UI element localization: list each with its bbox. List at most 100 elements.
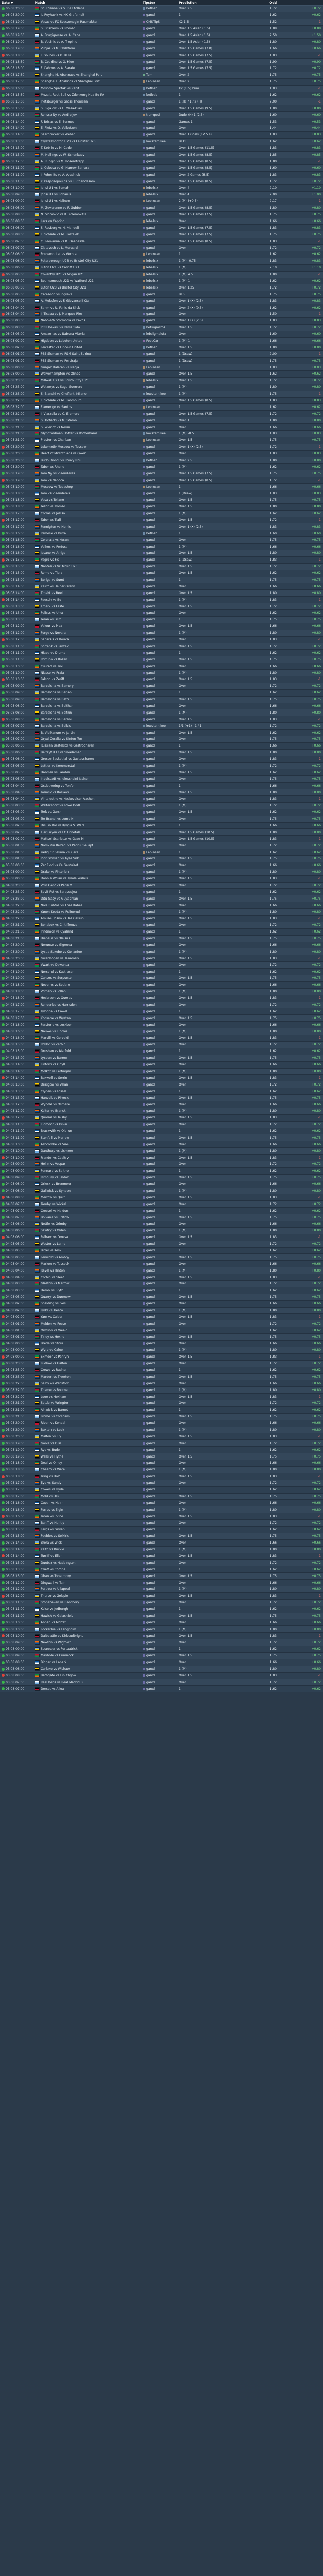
- row-tipster[interactable]: ganol: [146, 160, 155, 163]
- table-row[interactable]: 05.08 21:00 S. Tortacki vs M. Staron ganol…: [0, 417, 323, 425]
- table-row[interactable]: 06.08 05:00 Bournemouth U21 vs Watford U2…: [0, 278, 323, 285]
- table-row[interactable]: 05.08 07:00 Barcelona vs Belkis lowsternik…: [0, 723, 323, 730]
- row-match[interactable]: Clyden vs Fossel: [41, 1090, 66, 1093]
- table-row[interactable]: 03.08 12:00 Thurso vs Golspie ganol Over 1.…: [0, 1592, 323, 1600]
- table-row[interactable]: 04.08 04:00 Corbin vs Sleet ganol Over 1.5 1…: [0, 1274, 323, 1281]
- row-match[interactable]: Rome vs Tiorz: [41, 571, 62, 575]
- row-match[interactable]: Beltayf U Er vs Swadamen: [41, 751, 81, 754]
- row-match[interactable]: F. Cahous vs A. Sarate: [41, 66, 75, 70]
- row-tipster[interactable]: ganol: [146, 1116, 155, 1120]
- table-row[interactable]: 06.08 15:00 Pietsburger vs Gross Thomsen g…: [0, 98, 323, 106]
- row-tipster[interactable]: ganol: [146, 558, 155, 562]
- table-row[interactable]: 05.08 06:00 Beltayf U Er vs Swadamen ganol…: [0, 749, 323, 756]
- table-row[interactable]: 05.08 04:00 Vintalecthe vs Keckovelser Aa…: [0, 795, 323, 803]
- table-row[interactable]: 06.08 09:00 Jonsi U1 vs Kelinen Lebinsan 2 …: [0, 198, 323, 205]
- row-match[interactable]: Barcelona vs Bamory: [41, 684, 74, 688]
- table-row[interactable]: 05.08 05:00 Hanmer vs Lamber ganol Over 1.5…: [0, 769, 323, 776]
- table-row[interactable]: 05.08 12:00 Sanarsis vs Rouva ganol Over 1.8…: [0, 636, 323, 643]
- row-tipster[interactable]: ganol: [146, 100, 155, 104]
- row-match[interactable]: Cressol vs Haldun: [41, 1209, 69, 1213]
- row-tipster[interactable]: ganol: [146, 963, 155, 967]
- table-row[interactable]: 05.08 12:00 Valour vs Moa ganol Over 1.5 1.6…: [0, 623, 323, 630]
- row-match[interactable]: Bakwell vs Sorrin: [41, 1076, 67, 1080]
- row-match[interactable]: Tor Brandi vs Lome N: [41, 817, 74, 821]
- table-row[interactable]: 05.08 23:00 S. Bianchi vs Cheflanti Milan…: [0, 391, 323, 398]
- row-match[interactable]: Gurgan Kalaran vs Nadja: [41, 366, 79, 369]
- table-row[interactable]: 05.08 16:00 Colonaia vs Koran ganol Over 1.7…: [0, 537, 323, 544]
- table-row[interactable]: 03.08 22:00 Selby vs Wansford ganol Over 1.6…: [0, 1380, 323, 1387]
- table-row[interactable]: 03.08 18:00 Tring vs Holt ganol Over 1.5 1.8…: [0, 1473, 323, 1480]
- row-match[interactable]: Tring vs Holt: [41, 1475, 60, 1478]
- row-tipster[interactable]: ganol: [146, 306, 155, 310]
- row-tipster[interactable]: betbab: [146, 93, 157, 97]
- row-match[interactable]: Annan vs Moffat: [41, 1621, 66, 1624]
- row-match[interactable]: Hesbreen vs Quoras: [41, 996, 72, 1000]
- row-match[interactable]: Pordemontar vs Vechta: [41, 252, 77, 256]
- table-row[interactable]: 04.08 20:00 Lystla Sukobo vs Gollanfoo gan…: [0, 948, 323, 956]
- row-tipster[interactable]: ganol: [146, 1136, 155, 1140]
- table-row[interactable]: 03.08 11:00 Hawick vs Galashiels ganol Over…: [0, 1613, 323, 1620]
- row-tipster[interactable]: ganol: [146, 1036, 155, 1040]
- row-tipster[interactable]: ganol: [146, 797, 155, 801]
- row-tipster[interactable]: ganol: [146, 1090, 155, 1093]
- row-tipster[interactable]: ganol: [146, 957, 155, 960]
- table-row[interactable]: 05.08 08:00 Barcelona vs Beltrin ganol 1 (M…: [0, 709, 323, 717]
- row-match[interactable]: Zet Flod vs Ka Gestuiset: [41, 863, 78, 867]
- table-row[interactable]: 06.08 03:00 Amazonas vs Itabuna Vitoria le…: [0, 331, 323, 338]
- row-match[interactable]: Glaston vs Marrow: [41, 1282, 70, 1285]
- row-tipster[interactable]: ganol: [146, 1548, 155, 1551]
- table-row[interactable]: 05.08 11:00 Hiaba vs Drumo ganol 1 1.62 +0.62: [0, 650, 323, 657]
- row-match[interactable]: A. Moksfen vs F. Giovancelli Gal: [41, 299, 90, 303]
- row-tipster[interactable]: ganol: [146, 1401, 155, 1405]
- table-row[interactable]: 06.08 07:00 Zlatovsch vs L. Muraard ganol O…: [0, 245, 323, 251]
- table-row[interactable]: 04.08 04:00 Marlow vs Tussock ganol Over 1.6…: [0, 1261, 323, 1268]
- row-tipster[interactable]: ganol: [146, 426, 155, 429]
- row-tipster[interactable]: ganol: [146, 1621, 155, 1624]
- table-row[interactable]: 06.08 18:30 B. Coudine vs O. Kloe ganol Ove…: [0, 59, 323, 66]
- table-row[interactable]: 05.08 00:00 Donnie Wolan vs Tyrole Walnis…: [0, 875, 323, 883]
- table-row[interactable]: 03.08 17:00 Mold vs Usk ganol Over 1.5 1.75 +…: [0, 1493, 323, 1500]
- row-tipster[interactable]: ganol: [146, 844, 155, 848]
- row-match[interactable]: Ormsby vs Weald: [41, 1329, 67, 1332]
- row-tipster[interactable]: ganol: [146, 299, 155, 303]
- table-row[interactable]: 03.08 17:00 Cowes vs Ryde ganol 1 1.62 +0.62: [0, 1486, 323, 1494]
- row-match[interactable]: Bathgate vs Linlithgow: [41, 1674, 76, 1677]
- row-match[interactable]: L. Schade vs M. Rostelek: [41, 233, 79, 236]
- row-match[interactable]: Millwall U21 vs Bristol City U21: [41, 379, 89, 382]
- table-row[interactable]: 04.08 07:00 Cressol vs Haldun ganol 1 1.62 +0…: [0, 1208, 323, 1215]
- row-match[interactable]: Eye vs Sandy: [41, 1481, 61, 1485]
- table-row[interactable]: 06.08 19:00 Vasas vs FC Szeczenegin Rauma…: [0, 19, 323, 26]
- row-match[interactable]: M. Hollings vs W. Schenkaev: [41, 153, 84, 157]
- table-row[interactable]: 05.08 09:00 Barcelona vs Bamory ganol Over 1…: [0, 683, 323, 690]
- row-match[interactable]: Orlesk vs Brenmoor: [41, 1182, 71, 1186]
- table-row[interactable]: 03.08 19:00 Wells vs Hythe ganol Over 1.5 1.…: [0, 1453, 323, 1461]
- table-row[interactable]: 04.08 03:00 Glaston vs Marrow ganol Over 1.7…: [0, 1281, 323, 1287]
- row-tipster[interactable]: ganol: [146, 937, 155, 940]
- row-tipster[interactable]: ganol: [146, 757, 155, 761]
- row-match[interactable]: Barcelona vs Belkis: [41, 724, 71, 728]
- table-row[interactable]: 06.08 11:00 J. Pohorlits vs A. Aradniuk ga…: [0, 172, 323, 179]
- row-match[interactable]: Wolverhampton vs Olinos: [41, 372, 80, 376]
- row-tipster[interactable]: ganol: [146, 1355, 155, 1359]
- table-row[interactable]: 04.08 05:00 Wester vs Lorne ganol Over 1.72 +…: [0, 1241, 323, 1248]
- row-match[interactable]: Jesano vs Arrigo: [41, 551, 65, 555]
- row-match[interactable]: Nauwe vs Eindlor: [41, 1030, 67, 1033]
- row-match[interactable]: Jonsi U1 vs Rohanis: [41, 193, 71, 196]
- row-tipster[interactable]: ganol: [146, 605, 155, 608]
- row-tipster[interactable]: ganol: [146, 923, 155, 927]
- row-tipster[interactable]: lebelsix: [146, 219, 158, 223]
- row-match[interactable]: Carluke vs Wishaw: [41, 1667, 70, 1671]
- row-tipster[interactable]: ganol: [146, 1574, 155, 1578]
- table-row[interactable]: 06.08 04:00 J. Ticaba vs J. Marquez Rios g…: [0, 311, 323, 318]
- row-tipster[interactable]: ganol: [146, 1528, 155, 1531]
- row-tipster[interactable]: ganol: [146, 1481, 155, 1485]
- table-row[interactable]: 04.08 01:00 Meldon vs Fosse ganol Over 1.72 +…: [0, 1320, 323, 1328]
- table-row[interactable]: 06.08 01:00 PSS Sleman vs PSM Saint Surin…: [0, 351, 323, 358]
- row-match[interactable]: Coventry U21 vs Wigan U21: [41, 273, 84, 276]
- row-match[interactable]: Meldon vs Fosse: [41, 1322, 66, 1326]
- row-match[interactable]: Grosse Basketllal vs Gastoscharen: [41, 757, 94, 761]
- row-tipster[interactable]: ganol: [146, 319, 155, 323]
- row-match[interactable]: Thurso vs Golspie: [41, 1594, 68, 1598]
- row-match[interactable]: S. Tortacki vs M. Staron: [41, 419, 77, 422]
- row-tipster[interactable]: betbab: [146, 87, 157, 90]
